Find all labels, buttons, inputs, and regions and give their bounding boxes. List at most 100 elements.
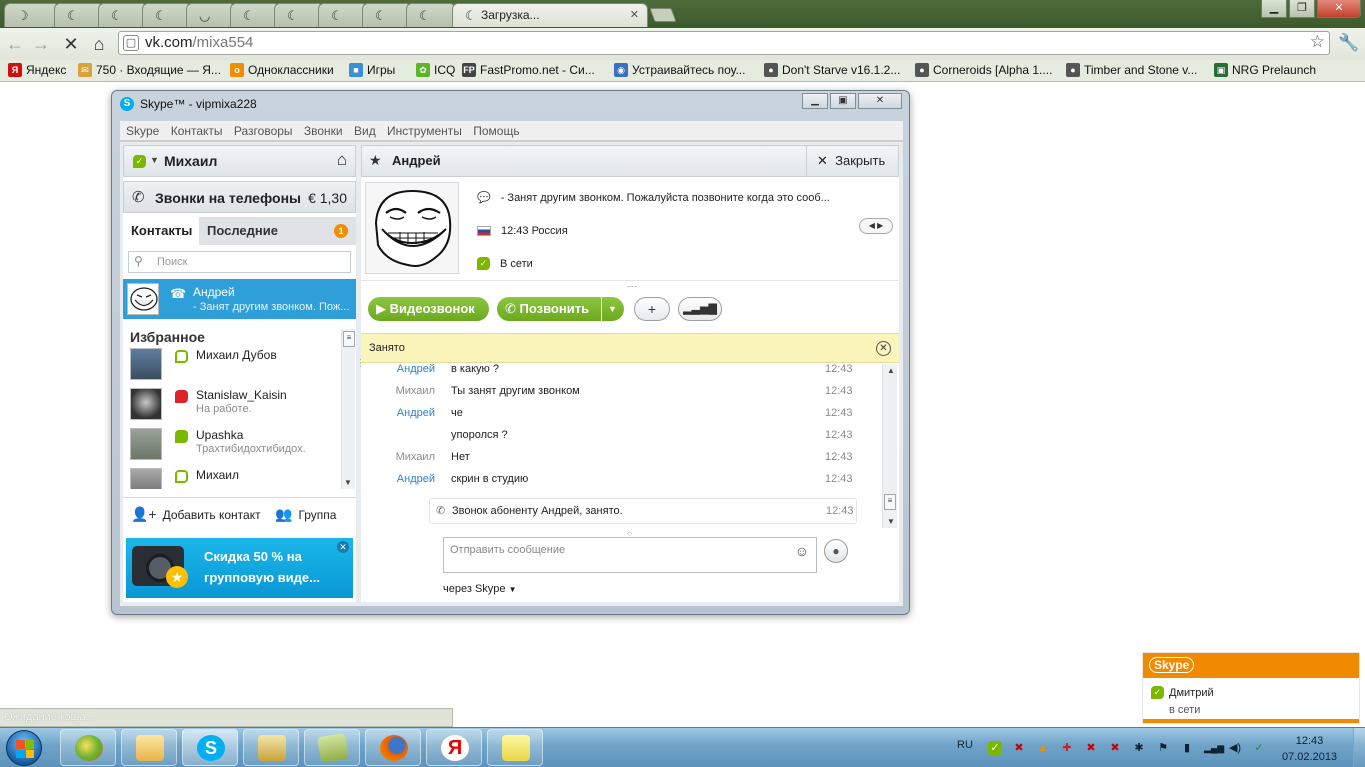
home-icon[interactable]: ⌂ bbox=[337, 150, 347, 170]
menu-skype[interactable]: Skype bbox=[126, 121, 159, 141]
bookmark-item[interactable]: ✿ ICQ bbox=[416, 63, 455, 77]
show-desktop-button[interactable] bbox=[1353, 728, 1365, 767]
maximize-button[interactable]: ❐ bbox=[1289, 0, 1315, 18]
scroll-down-icon[interactable]: ▼ bbox=[344, 478, 352, 487]
taskbar-app-skype[interactable]: S bbox=[182, 729, 238, 766]
skype-minimize-button[interactable]: ▁ bbox=[802, 93, 828, 109]
wifi-signal-icon[interactable]: ▂▄▆ bbox=[1204, 741, 1224, 755]
network-error-icon[interactable]: ✖ bbox=[1012, 741, 1026, 755]
home-icon[interactable]: ⌂ bbox=[88, 33, 110, 55]
close-conversation-button[interactable]: ✕ Закрыть bbox=[806, 146, 898, 176]
lock-icon[interactable]: ▲ bbox=[1036, 741, 1050, 755]
video-call-button[interactable]: ▶ Видеозвонок bbox=[368, 297, 489, 321]
remote-error-icon[interactable]: ✖ bbox=[1084, 741, 1098, 755]
skype-close-button[interactable]: ✕ bbox=[858, 93, 902, 109]
bookmark-item[interactable]: ■ Игры bbox=[349, 63, 395, 77]
close-icon[interactable]: ✕ bbox=[337, 541, 349, 553]
bluetooth-icon[interactable]: ✱ bbox=[1132, 741, 1146, 755]
contact-item[interactable]: Upashka Трахтибидохтибидох. bbox=[123, 425, 341, 465]
create-group-button[interactable]: 👥 Группа bbox=[275, 506, 336, 523]
message-input[interactable]: Отправить сообщение ☺ bbox=[443, 537, 817, 573]
start-button[interactable] bbox=[6, 730, 42, 766]
skype-maximize-button[interactable]: ▣ bbox=[830, 93, 856, 109]
bookmark-item[interactable]: ▣ NRG Prelaunch bbox=[1214, 63, 1316, 77]
scrollbar-thumb[interactable]: ≡ bbox=[343, 331, 355, 347]
online-status-icon[interactable]: ✓ bbox=[133, 155, 146, 168]
antivirus-icon[interactable]: ✚ bbox=[1060, 741, 1074, 755]
close-tab-icon[interactable]: ✕ bbox=[630, 8, 639, 21]
scroll-up-icon[interactable]: ▲ bbox=[887, 366, 895, 375]
flag-icon[interactable]: ⚑ bbox=[1156, 741, 1170, 755]
browser-tab[interactable]: ☾ bbox=[142, 3, 192, 27]
skype-tray-icon[interactable]: ✓ bbox=[988, 741, 1002, 755]
add-contact-button[interactable]: 👤+ Добавить контакт bbox=[131, 506, 261, 523]
browser-tab[interactable]: ☾ bbox=[362, 3, 412, 27]
tab-contacts[interactable]: Контакты bbox=[123, 217, 199, 245]
taskbar-app-yandex[interactable]: Я bbox=[426, 729, 482, 766]
contact-item[interactable]: Михаил Дубов bbox=[123, 345, 341, 385]
call-phones-button[interactable]: ✆ Звонки на телефоны € 1,30 bbox=[123, 181, 356, 213]
bookmark-item[interactable]: ● Corneroids [Alpha 1.... bbox=[915, 63, 1052, 77]
browser-tab[interactable]: ◡ bbox=[186, 3, 236, 27]
menu-conversations[interactable]: Разговоры bbox=[234, 121, 293, 141]
menu-calls[interactable]: Звонки bbox=[304, 121, 343, 141]
close-window-button[interactable]: ✕ bbox=[1317, 0, 1361, 18]
favorite-star-icon[interactable]: ★ bbox=[369, 152, 382, 169]
minimize-button[interactable]: ▁ bbox=[1261, 0, 1287, 18]
contacts-scrollbar[interactable]: ≡ ▼ bbox=[341, 329, 355, 489]
contact-search-input[interactable]: ⚲ Поиск bbox=[128, 251, 351, 273]
menu-contacts[interactable]: Контакты bbox=[171, 121, 223, 141]
bookmark-item[interactable]: ◉ Устраивайтесь поу... bbox=[614, 63, 745, 77]
system-clock[interactable]: 12:43 07.02.2013 bbox=[1282, 733, 1337, 765]
volume-icon[interactable]: ◀) bbox=[1228, 741, 1242, 755]
dismiss-icon[interactable]: ✕ bbox=[876, 341, 891, 356]
add-participant-button[interactable]: + bbox=[634, 297, 670, 321]
send-via-dropdown[interactable]: через Skype ▼ bbox=[443, 583, 517, 595]
profile-picture[interactable] bbox=[365, 182, 459, 274]
chevron-down-icon[interactable]: ▼ bbox=[150, 155, 159, 165]
contact-item[interactable]: Михаил bbox=[123, 465, 341, 489]
menu-view[interactable]: Вид bbox=[354, 121, 376, 141]
taskbar-app-bluestacks[interactable] bbox=[60, 729, 116, 766]
forward-button[interactable]: → bbox=[30, 33, 52, 55]
update-icon[interactable]: ✓ bbox=[1252, 741, 1266, 755]
call-quality-button[interactable]: ▂▃▅▇ bbox=[678, 297, 722, 321]
call-options-dropdown[interactable]: ▼ bbox=[602, 297, 624, 321]
messages-scrollbar[interactable]: ▲ ≡ ▼ bbox=[882, 364, 897, 528]
my-name[interactable]: Михаил bbox=[164, 153, 217, 169]
browser-tab[interactable]: ☽ bbox=[4, 3, 60, 27]
bookmark-item[interactable]: ● Don't Starve v16.1.2... bbox=[764, 63, 900, 77]
taskbar-app-stickynotes[interactable] bbox=[487, 729, 543, 766]
bookmark-item[interactable]: ● Timber and Stone v... bbox=[1066, 63, 1197, 77]
back-button[interactable]: ← bbox=[4, 33, 26, 55]
send-message-button[interactable]: ● bbox=[824, 539, 848, 563]
stop-button[interactable]: ✕ bbox=[60, 33, 82, 55]
url-text[interactable]: vk.com/mixa554 bbox=[145, 34, 253, 51]
browser-tab[interactable]: ☾ bbox=[406, 3, 456, 27]
menu-help[interactable]: Помощь bbox=[473, 121, 519, 141]
taskbar-app-firefox[interactable] bbox=[365, 729, 421, 766]
emoticon-icon[interactable]: ☺ bbox=[795, 543, 809, 559]
browser-tab[interactable]: ☾ bbox=[318, 3, 368, 27]
promo-banner[interactable]: ★ Скидка 50 % на групповую виде... ✕ bbox=[126, 538, 353, 598]
browser-tab[interactable]: ☾ bbox=[54, 3, 104, 27]
scroll-down-icon[interactable]: ▼ bbox=[887, 517, 895, 526]
menu-tools[interactable]: Инструменты bbox=[387, 121, 462, 141]
bookmark-item[interactable]: FP FastPromo.net - Си... bbox=[462, 63, 595, 77]
browser-tab-active[interactable]: ☾ Загрузка... ✕ bbox=[452, 3, 648, 27]
browser-tab[interactable]: ☾ bbox=[98, 3, 148, 27]
bookmark-item[interactable]: ✉ 750 · Входящие — Я... bbox=[78, 63, 221, 77]
browser-tab[interactable]: ☾ bbox=[230, 3, 280, 27]
address-bar[interactable]: ▢ vk.com/mixa554 ☆ bbox=[118, 31, 1330, 55]
bookmark-item[interactable]: Я Яндекс bbox=[8, 63, 66, 77]
mood-scroll-arrows[interactable]: ◀ ▶ bbox=[859, 218, 893, 234]
tray-error-icon[interactable]: ✖ bbox=[1108, 741, 1122, 755]
bookmark-star-icon[interactable]: ☆ bbox=[1310, 32, 1325, 52]
scrollbar-thumb[interactable]: ≡ bbox=[884, 494, 896, 510]
tab-recent[interactable]: Последние 1 bbox=[199, 217, 356, 245]
contact-item[interactable]: Stanislaw_Kaisin На работе. bbox=[123, 385, 341, 425]
my-status-bar[interactable]: ✓ ▼ Михаил ⌂ bbox=[123, 145, 356, 177]
taskbar-app-notes[interactable] bbox=[304, 729, 360, 766]
power-icon[interactable]: ▮ bbox=[1180, 741, 1194, 755]
skype-online-notification[interactable]: Skype ✓ Дмитрий в сети bbox=[1142, 652, 1360, 724]
